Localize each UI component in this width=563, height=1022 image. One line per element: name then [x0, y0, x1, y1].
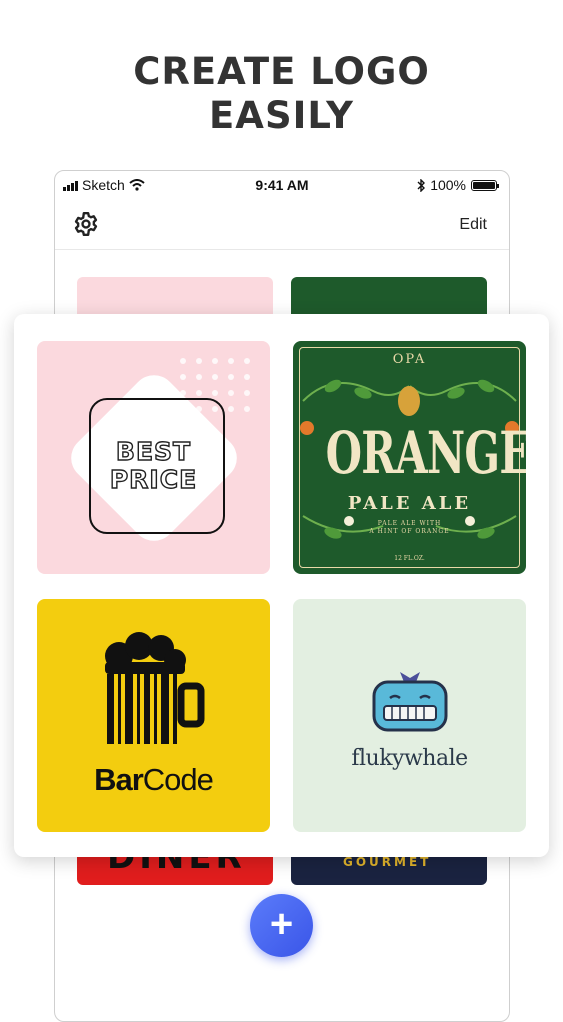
pale-ale-subtitle: PALE ALE	[347, 493, 472, 514]
status-bar: Sketch 9:41 AM 100%	[55, 171, 509, 199]
whale-icon	[372, 672, 448, 732]
template-card-barcode[interactable]: BarCode	[37, 599, 270, 832]
flukywhale-label: flukywhale	[351, 746, 468, 771]
battery-level	[473, 181, 495, 189]
battery-percent: 100%	[430, 177, 466, 193]
headline: CREATE LOGO EASILY	[0, 50, 563, 138]
best-price-text: BEST PRICE	[37, 437, 270, 494]
gear-icon[interactable]	[73, 211, 99, 237]
barcode-label-bold: Bar	[94, 762, 144, 797]
battery-icon	[471, 179, 499, 191]
template-card-best-price[interactable]: BEST PRICE	[37, 341, 270, 574]
bluetooth-icon	[417, 178, 426, 192]
add-logo-button[interactable]: +	[250, 894, 313, 957]
beer-mug-icon	[105, 632, 205, 744]
barcode-label-light: Code	[142, 762, 214, 797]
best-text: BEST	[115, 437, 192, 466]
headline-line-1: CREATE LOGO	[133, 50, 430, 93]
volume-text: 12 FL.OZ.	[394, 555, 425, 562]
tagline-line-2: A HINT OF ORANGE	[369, 528, 450, 535]
gourmet-text: GOURMET	[343, 855, 432, 869]
template-preview-panel: BEST PRICE OPA ORANGE PALE ALE PALE ALE …	[14, 314, 549, 857]
headline-line-2: EASILY	[209, 94, 354, 137]
tagline-line-1: PALE ALE WITH	[377, 520, 442, 527]
price-text: PRICE	[109, 465, 198, 494]
navigation-bar: Edit	[55, 201, 509, 250]
template-card-flukywhale[interactable]: flukywhale	[293, 599, 526, 832]
orange-title: ORANGE	[325, 419, 526, 487]
template-card-orange-pale-ale[interactable]: OPA ORANGE PALE ALE PALE ALE WITH A HINT…	[293, 341, 526, 574]
edit-button[interactable]: Edit	[459, 216, 487, 234]
plus-icon: +	[269, 902, 294, 946]
opa-text: OPA	[392, 352, 427, 367]
barcode-label: BarCode	[37, 762, 270, 798]
